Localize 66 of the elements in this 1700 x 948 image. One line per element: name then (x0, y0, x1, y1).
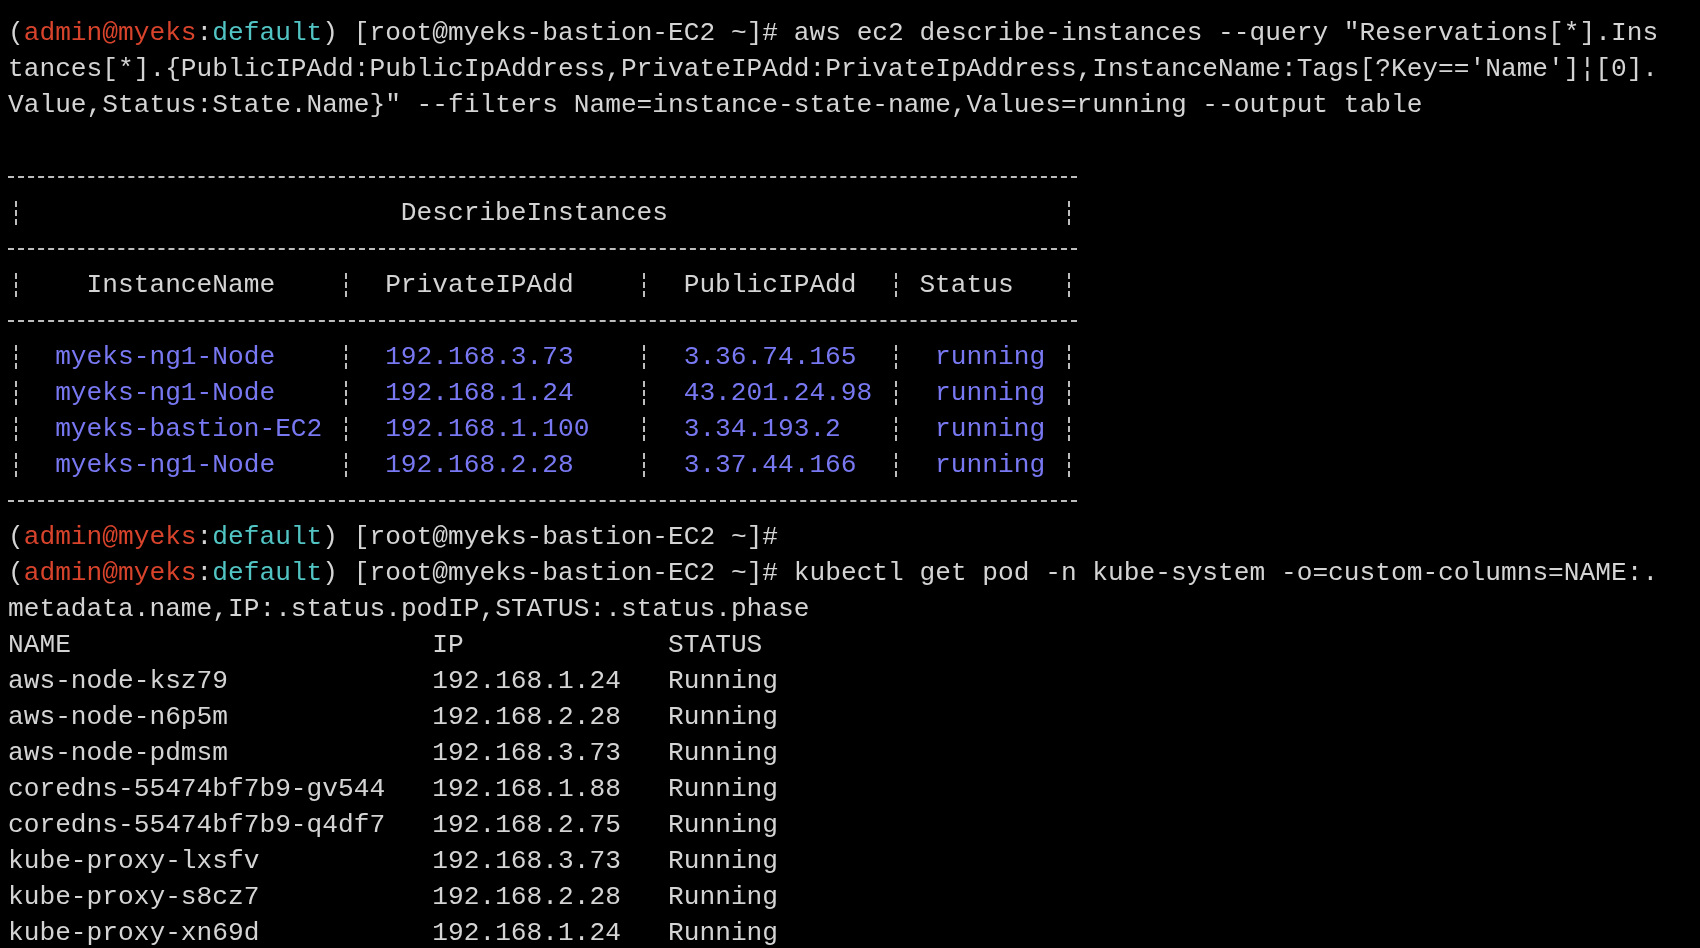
table-title: DescribeInstances (399, 197, 669, 230)
output-text: Value,Status:State.Name}" --filters Name=instance-state-name,Values=running --output table (8, 90, 1423, 120)
prompt-text: : (196, 558, 213, 588)
table-cell-text: 3.34.193.2 (682, 413, 842, 446)
output-cell-text: kube-proxy-xn69d (8, 917, 261, 948)
table-cell-text: myeks-ng1-Node (54, 341, 277, 374)
column-header: NAME (8, 629, 72, 662)
table-cell-text: running (934, 413, 1047, 446)
output-cell-text: kube-proxy-lxsfv (8, 845, 261, 878)
output-cell-text: aws-node-ksz79 (8, 665, 229, 698)
output-cell-text: 192.168.1.88 (432, 773, 622, 806)
output-cell-text: Running (668, 845, 780, 878)
column-header: Status (918, 269, 1015, 302)
table-cell-text: myeks-ng1-Node (54, 449, 277, 482)
prompt-text: default (212, 558, 323, 588)
column-header: PrivateIPAdd (384, 269, 575, 302)
output-text: tances[*].{PublicIPAdd:PublicIpAddress,PrivateIPAdd:PrivateIpAddress,InstanceName:Tags[?Key=='Name']¦[0]. (8, 54, 1659, 84)
table-cell-text: 192.168.1.100 (384, 413, 591, 446)
table-cell-text: running (934, 377, 1047, 410)
table-cell-text: 192.168.2.28 (384, 449, 575, 482)
output-cell-text: Running (668, 665, 780, 698)
table-cell-text: myeks-ng1-Node (54, 377, 277, 410)
output-cell-text: 192.168.3.73 (432, 737, 622, 770)
table-cell-text: 3.36.74.165 (682, 341, 858, 374)
output-cell-text: aws-node-n6p5m (8, 701, 229, 734)
table-cell-text: 192.168.1.24 (384, 377, 575, 410)
prompt-text: : (196, 18, 213, 48)
prompt-text: default (212, 18, 323, 48)
column-header: InstanceName (85, 269, 277, 302)
output-cell-text: 192.168.1.24 (432, 917, 622, 948)
output-cell-text: Running (668, 773, 780, 806)
table-cell-text: myeks-bastion-EC2 (54, 413, 324, 446)
prompt-text: ) [root@myeks-bastion-EC2 ~]# aws ec2 describe-instances --query "Reservations[*].Ins (322, 18, 1659, 48)
output-cell-text: Running (668, 737, 780, 770)
output-cell-text: Running (668, 917, 780, 948)
prompt-text: ( (8, 18, 24, 48)
output-cell-text: 192.168.2.28 (432, 881, 622, 914)
table-cell-text: 3.37.44.166 (682, 449, 858, 482)
prompt-text: admin@myeks (23, 18, 197, 48)
prompt-text: admin@myeks (23, 558, 197, 588)
output-cell-text: Running (668, 881, 780, 914)
prompt-text: admin@myeks (23, 522, 197, 552)
output-cell-text: 192.168.2.75 (432, 809, 622, 842)
table-cell-text: running (934, 341, 1047, 374)
output-cell-text: Running (668, 701, 780, 734)
output-text: metadata.name,IP:.status.podIP,STATUS:.status.phase (8, 594, 810, 624)
column-header: STATUS (668, 629, 764, 662)
prompt-text: : (196, 522, 213, 552)
prompt-text: ( (8, 522, 24, 552)
prompt-text: default (212, 522, 323, 552)
output-cell-text: 192.168.3.73 (432, 845, 622, 878)
prompt-text: ) [root@myeks-bastion-EC2 ~]# kubectl get pod -n kube-system -o=custom-columns=NAME:. (322, 558, 1659, 588)
output-cell-text: aws-node-pdmsm (8, 737, 229, 770)
output-cell-text: 192.168.2.28 (432, 701, 622, 734)
output-cell-text: kube-proxy-s8cz7 (8, 881, 261, 914)
prompt-text: ) [root@myeks-bastion-EC2 ~]# (322, 522, 779, 552)
table-cell-text: 192.168.3.73 (384, 341, 575, 374)
output-cell-text: coredns-55474bf7b9-q4df7 (8, 809, 387, 842)
table-cell-text: 43.201.24.98 (682, 377, 874, 410)
output-cell-text: 192.168.1.24 (432, 665, 622, 698)
column-header: IP (432, 629, 465, 662)
prompt-text: ( (8, 558, 24, 588)
table-cell-text: running (934, 449, 1047, 482)
output-cell-text: coredns-55474bf7b9-gv544 (8, 773, 387, 806)
column-header: PublicIPAdd (682, 269, 858, 302)
output-cell-text: Running (668, 809, 780, 842)
